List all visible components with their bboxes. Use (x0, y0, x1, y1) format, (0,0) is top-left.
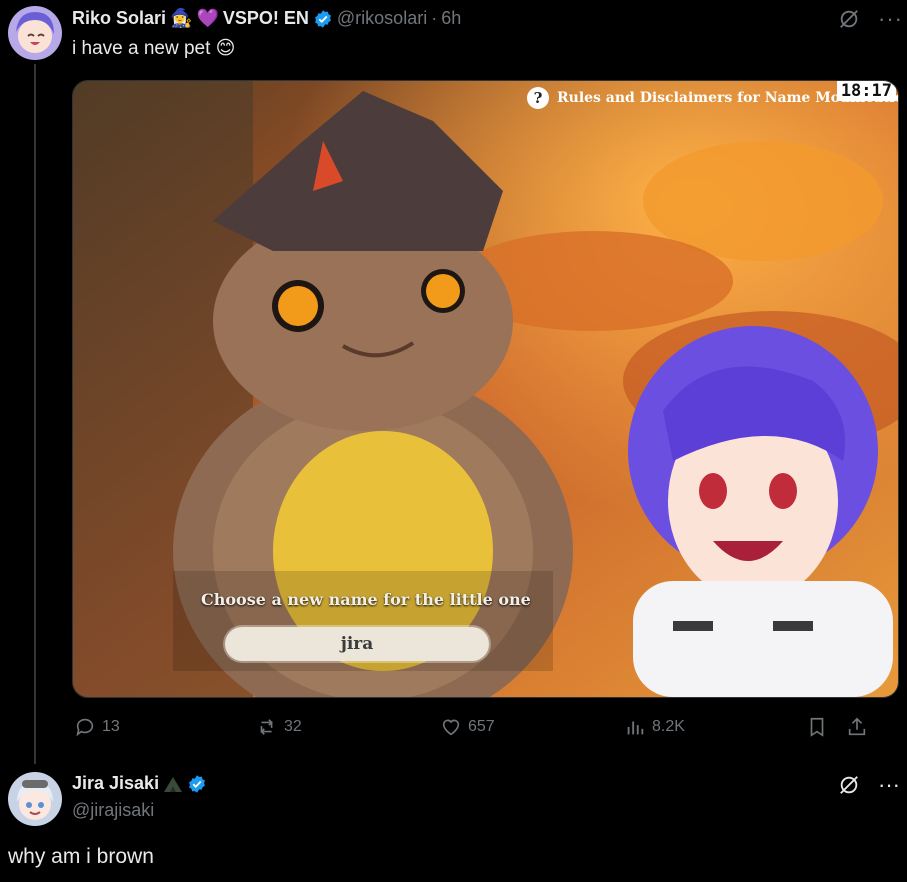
thread-connector-line (34, 64, 36, 764)
reply-author-name[interactable]: Jira Jisaki (72, 773, 159, 794)
views-chart-icon (627, 721, 644, 735)
reply-grok-icon[interactable] (838, 774, 860, 796)
reply-more-options-icon[interactable]: ··· (878, 772, 900, 798)
separator-dot: · (431, 8, 438, 28)
like-count: 657 (468, 718, 495, 735)
help-question-icon[interactable]: ? (527, 87, 549, 109)
tweet-text: i have a new pet 😊 (72, 37, 235, 60)
tweet-text-content: i have a new pet (72, 38, 211, 59)
share-button[interactable] (846, 716, 868, 738)
author-name[interactable]: Riko Solari (72, 8, 166, 29)
author-handle[interactable]: @rikosolari (337, 8, 427, 29)
reply-header: Jira Jisaki (72, 773, 207, 794)
name-prompt: Choose a new name for the little one (201, 590, 531, 609)
reply-icon (76, 718, 94, 737)
riko-avatar[interactable] (8, 6, 62, 60)
purple-heart-icon: 💜 (196, 8, 219, 28)
reply-top-actions: ··· (838, 772, 900, 798)
verified-badge-icon[interactable] (313, 9, 333, 29)
mage-emoji-icon: 🧙‍♀️ (170, 8, 193, 28)
bookmark-icon (810, 717, 824, 737)
author-name-suffix[interactable]: VSPO! EN (223, 8, 309, 29)
repost-icon (260, 719, 273, 735)
bookmark-button[interactable] (806, 716, 828, 738)
more-options-icon[interactable]: ··· (878, 6, 903, 32)
reply-verified-badge-icon[interactable] (187, 774, 207, 794)
jira-avatar[interactable] (8, 772, 62, 826)
tweet-header: Riko Solari 🧙‍♀️ 💜 VSPO! EN @rikosolari … (72, 8, 461, 29)
views-button[interactable]: 8.2K (624, 716, 685, 738)
pet-name-input[interactable]: jira (225, 627, 489, 661)
reply-count: 13 (102, 718, 120, 735)
clock-overlay: 18:17 (836, 81, 896, 101)
like-button[interactable]: 657 (440, 716, 495, 738)
repost-count: 32 (284, 718, 302, 735)
share-icon (848, 717, 866, 736)
tweet-media-image[interactable]: ? Rules and Disclaimers for Name Modific… (72, 80, 899, 698)
reply-button[interactable]: 13 (74, 716, 120, 738)
smile-emoji-icon: 😊 (215, 38, 236, 59)
tweet-time[interactable]: 6h (441, 8, 461, 29)
tweet-action-bar: 13 32 657 8.2K (72, 712, 897, 742)
reply-text: why am i brown (8, 845, 154, 868)
heart-icon (442, 719, 460, 736)
views-count: 8.2K (652, 718, 685, 735)
grok-icon[interactable] (838, 8, 860, 30)
mountain-icon (163, 775, 183, 793)
repost-button[interactable]: 32 (256, 716, 302, 738)
tweet-top-actions: ··· (838, 6, 903, 32)
reply-author-handle[interactable]: @jirajisaki (72, 800, 154, 821)
